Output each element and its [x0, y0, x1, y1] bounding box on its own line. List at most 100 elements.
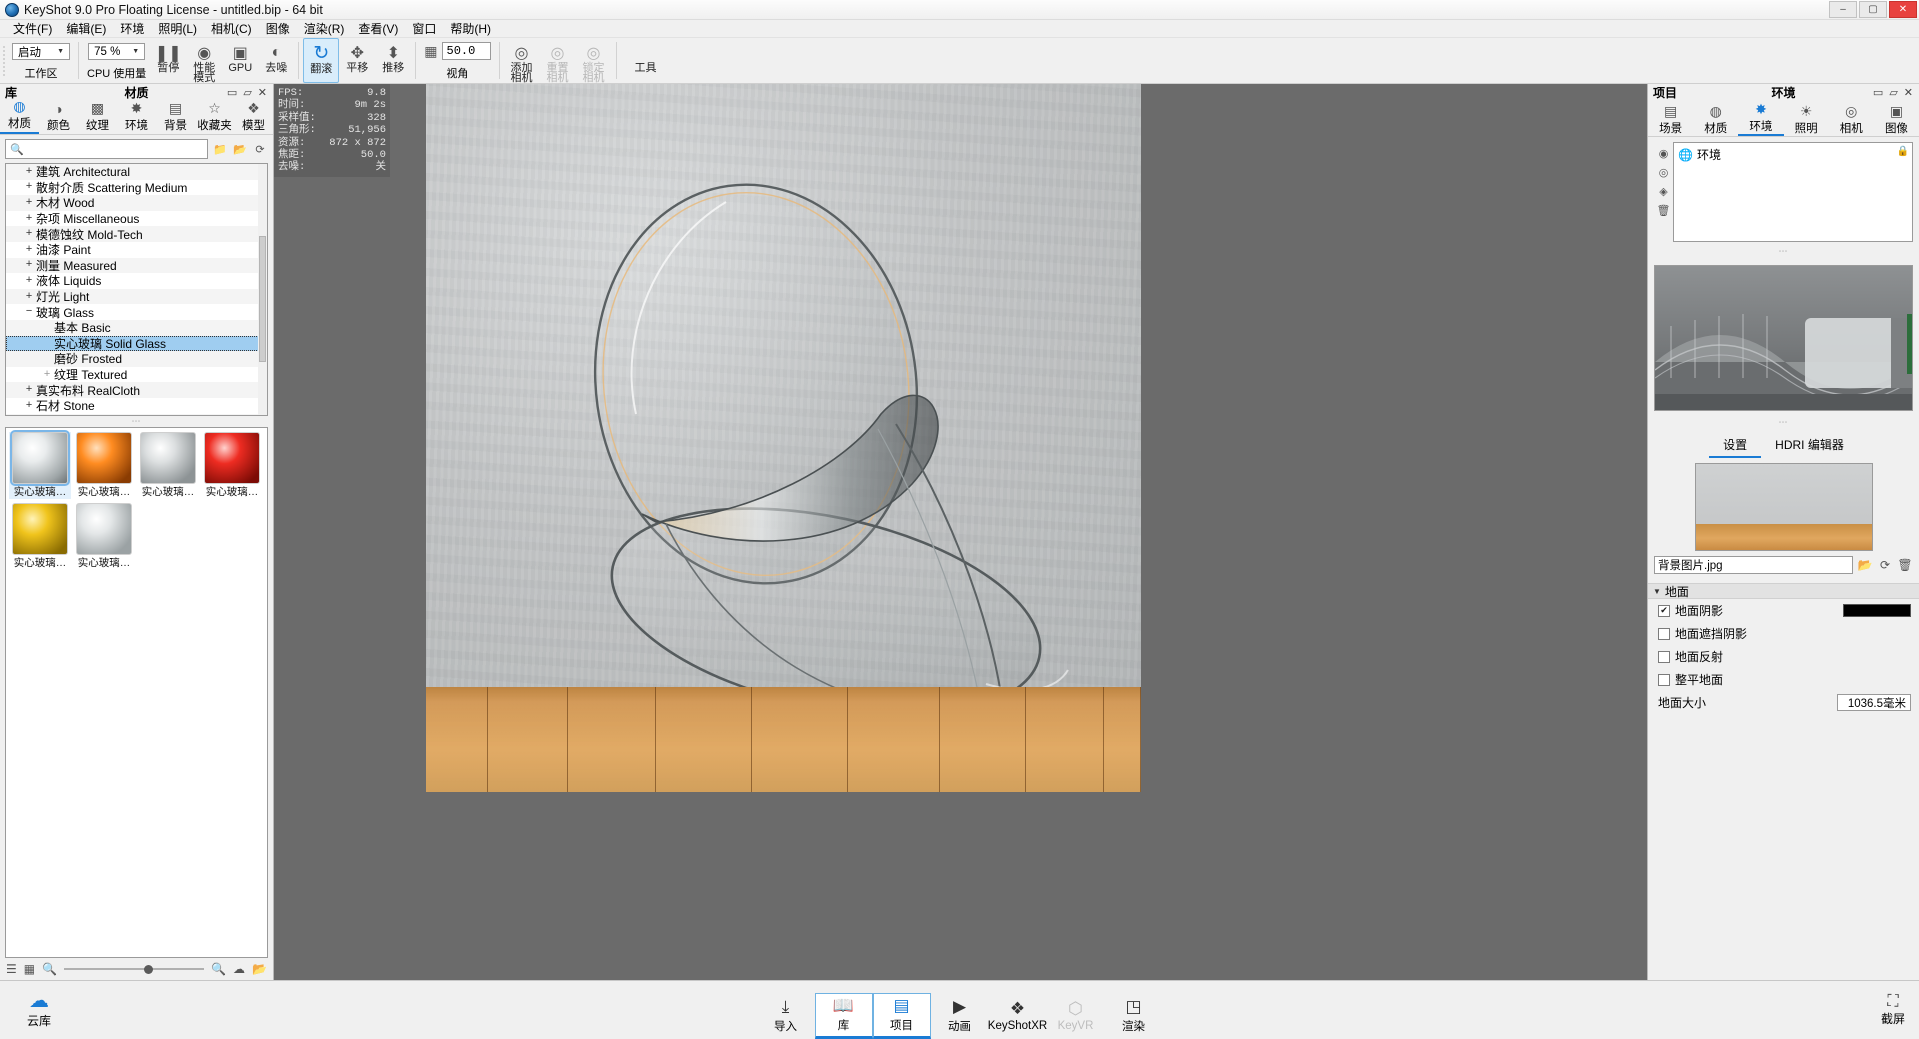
material-swatch-grid[interactable]: 实心玻璃… 实心玻璃… 实心玻璃… 实心玻璃… 实心玻璃… 实心玻璃… [5, 427, 268, 958]
tree-row[interactable]: + 杂项 Miscellaneous [6, 211, 267, 227]
delete-icon[interactable]: 🗑 [1897, 558, 1913, 572]
zoom-out-icon[interactable]: 🔍 [42, 962, 57, 976]
tree-row[interactable]: 磨砂 Frosted [6, 351, 267, 367]
folder-open-icon[interactable]: 📁 [212, 141, 228, 157]
search-input[interactable] [27, 142, 203, 156]
project-tab-lighting[interactable]: ☀ 照明 [1784, 102, 1829, 136]
float-icon[interactable]: ▱ [1889, 86, 1897, 99]
backplate-preview[interactable] [1694, 463, 1873, 551]
toolbar-grip[interactable] [0, 38, 8, 83]
menu-item-help[interactable]: 帮助(H) [443, 19, 498, 38]
tree-row[interactable]: + 建筑 Architectural [6, 164, 267, 180]
list-view-icon[interactable]: ☰ [6, 962, 17, 976]
menu-item-file[interactable]: 文件(F) [6, 19, 59, 38]
close-icon[interactable]: ✕ [1904, 86, 1913, 99]
tree-scrollbar-thumb[interactable] [259, 236, 266, 362]
fov-control[interactable]: ▦ 50.0 视角 [420, 38, 494, 83]
expander-icon[interactable]: + [22, 384, 36, 396]
tree-row-solid-glass[interactable]: 实心玻璃 Solid Glass [6, 335, 267, 352]
hdri-preview[interactable] [1654, 265, 1913, 411]
library-tab-colors[interactable]: ◑ 颜色 [39, 100, 78, 134]
menu-item-edit[interactable]: 编辑(E) [59, 19, 113, 38]
expander-icon[interactable]: + [22, 291, 36, 303]
library-tab-materials[interactable]: ◍ 材质 [0, 98, 39, 134]
tree-row[interactable]: + 液体 Liquids [6, 273, 267, 289]
hdri-splitter[interactable]: ⋯ [1648, 417, 1919, 428]
folder-open-icon[interactable]: 📂 [1857, 558, 1873, 572]
dolly-button[interactable]: ⬍ 推移 [375, 38, 411, 83]
tree-row[interactable]: + 灯光 Light [6, 288, 267, 305]
library-tab-favorites[interactable]: ☆ 收藏夹 [195, 100, 234, 134]
expander-icon[interactable]: + [40, 369, 54, 381]
cpu-usage-combo[interactable]: 75 % ▼ [88, 43, 146, 60]
menu-item-image[interactable]: 图像 [259, 19, 297, 38]
project-tab-image[interactable]: ▣ 图像 [1874, 102, 1919, 136]
tree-row-glass[interactable]: − 玻璃 Glass [6, 304, 267, 320]
tree-scrollbar[interactable] [258, 164, 267, 415]
restore-icon[interactable]: ▭ [227, 86, 237, 99]
workspace-combo[interactable]: 启动 ▼ [12, 43, 70, 60]
tree-row[interactable]: + 散射介质 Scattering Medium [6, 180, 267, 196]
dock-button-render[interactable]: ◳ 渲染 [1105, 993, 1163, 1039]
project-tab-scene[interactable]: ▤ 场景 [1648, 102, 1693, 136]
environment-list[interactable]: 🌐 环境 🔒 [1673, 142, 1913, 242]
swatch-item[interactable]: 实心玻璃… [137, 432, 199, 499]
menu-item-environment[interactable]: 环境 [113, 19, 151, 38]
project-tab-camera[interactable]: ◎ 相机 [1829, 102, 1874, 136]
swatch-item[interactable]: 实心玻璃… [73, 503, 135, 570]
thumbnail-size-slider[interactable] [64, 962, 205, 976]
library-splitter[interactable]: ⋯ [0, 416, 273, 427]
expander-icon[interactable]: + [22, 228, 36, 240]
flatten-ground-checkbox[interactable] [1658, 673, 1670, 686]
delete-environment-icon[interactable]: 🗑 [1657, 204, 1671, 217]
menu-item-view[interactable]: 查看(V) [351, 19, 405, 38]
dock-button-library[interactable]: 📖 库 [814, 993, 873, 1039]
denoise-button[interactable]: ◐ 去噪 [258, 38, 294, 83]
expander-icon[interactable]: + [22, 415, 36, 416]
material-tree[interactable]: + 建筑 Architectural + 散射介质 Scattering Mediu… [5, 163, 268, 416]
library-tab-models[interactable]: ❖ 模型 [234, 100, 273, 134]
folder-add-icon[interactable]: 📂 [232, 141, 248, 157]
performance-mode-button[interactable]: ◉ 性能 模式 [186, 38, 222, 84]
expander-icon[interactable]: + [22, 213, 36, 225]
close-icon[interactable]: ✕ [258, 86, 267, 99]
pan-button[interactable]: ✥ 平移 [339, 38, 375, 83]
maximize-button[interactable]: ▢ [1859, 1, 1887, 18]
duplicate-environment-icon[interactable]: ◎ [1659, 166, 1669, 179]
tree-row[interactable]: +绒毛 Fuzz [6, 413, 267, 416]
slider-knob[interactable] [143, 964, 153, 974]
environment-splitter[interactable]: ⋯ [1648, 246, 1919, 257]
ground-shadow-row[interactable]: ✔ 地面阴影 [1648, 599, 1919, 622]
tree-row[interactable]: + 模德蚀纹 Mold-Tech [6, 226, 267, 242]
dock-button-project[interactable]: ▤ 项目 [872, 993, 931, 1039]
cloud-library-button[interactable]: ☁ 云库 [0, 991, 78, 1029]
tree-row[interactable]: + 纹理 Textured [6, 367, 267, 383]
render-viewport[interactable]: FPS: 9.8 时间: 9m 2s 采样值: 328 三角形: 51,956 资源: 8… [274, 84, 1647, 980]
tab-settings[interactable]: 设置 [1709, 434, 1762, 458]
expander-icon[interactable]: + [22, 275, 36, 287]
ground-group-header[interactable]: ▼ 地面 [1648, 583, 1919, 599]
ground-size-input[interactable]: 1036.5毫米 [1837, 694, 1911, 711]
cloud-icon[interactable]: ☁ [233, 962, 245, 976]
workspace-selector[interactable]: 启动 ▼ 工作区 [8, 38, 74, 83]
menu-item-render[interactable]: 渲染(R) [297, 19, 352, 38]
expander-icon[interactable]: + [22, 166, 36, 178]
ground-occlusion-checkbox[interactable] [1658, 627, 1670, 640]
gpu-button[interactable]: ▣ GPU [222, 38, 258, 83]
expander-icon[interactable]: + [22, 181, 36, 193]
tab-hdri-editor[interactable]: HDRI 编辑器 [1761, 434, 1858, 458]
dock-button-keyvr[interactable]: ⬡ KeyVR [1047, 993, 1105, 1039]
ground-reflection-checkbox[interactable] [1658, 650, 1670, 663]
menu-item-camera[interactable]: 相机(C) [204, 19, 259, 38]
ground-reflection-row[interactable]: 地面反射 [1648, 645, 1919, 668]
glass-sculpture-model[interactable] [426, 84, 1141, 792]
add-environment-icon[interactable]: ◉ [1659, 147, 1669, 160]
library-tab-textures[interactable]: ▩ 纹理 [78, 100, 117, 134]
tree-row[interactable]: + 油漆 Paint [6, 242, 267, 258]
swatch-item[interactable]: 实心玻璃… [9, 503, 71, 570]
environment-list-item[interactable]: 🌐 环境 [1674, 143, 1912, 166]
tree-row[interactable]: + 真实布料 RealCloth [6, 382, 267, 398]
float-icon[interactable]: ▱ [243, 86, 251, 99]
fov-input[interactable]: 50.0 [441, 42, 491, 60]
dock-button-keyshotxr[interactable]: ❖ KeyShotXR [988, 993, 1047, 1039]
